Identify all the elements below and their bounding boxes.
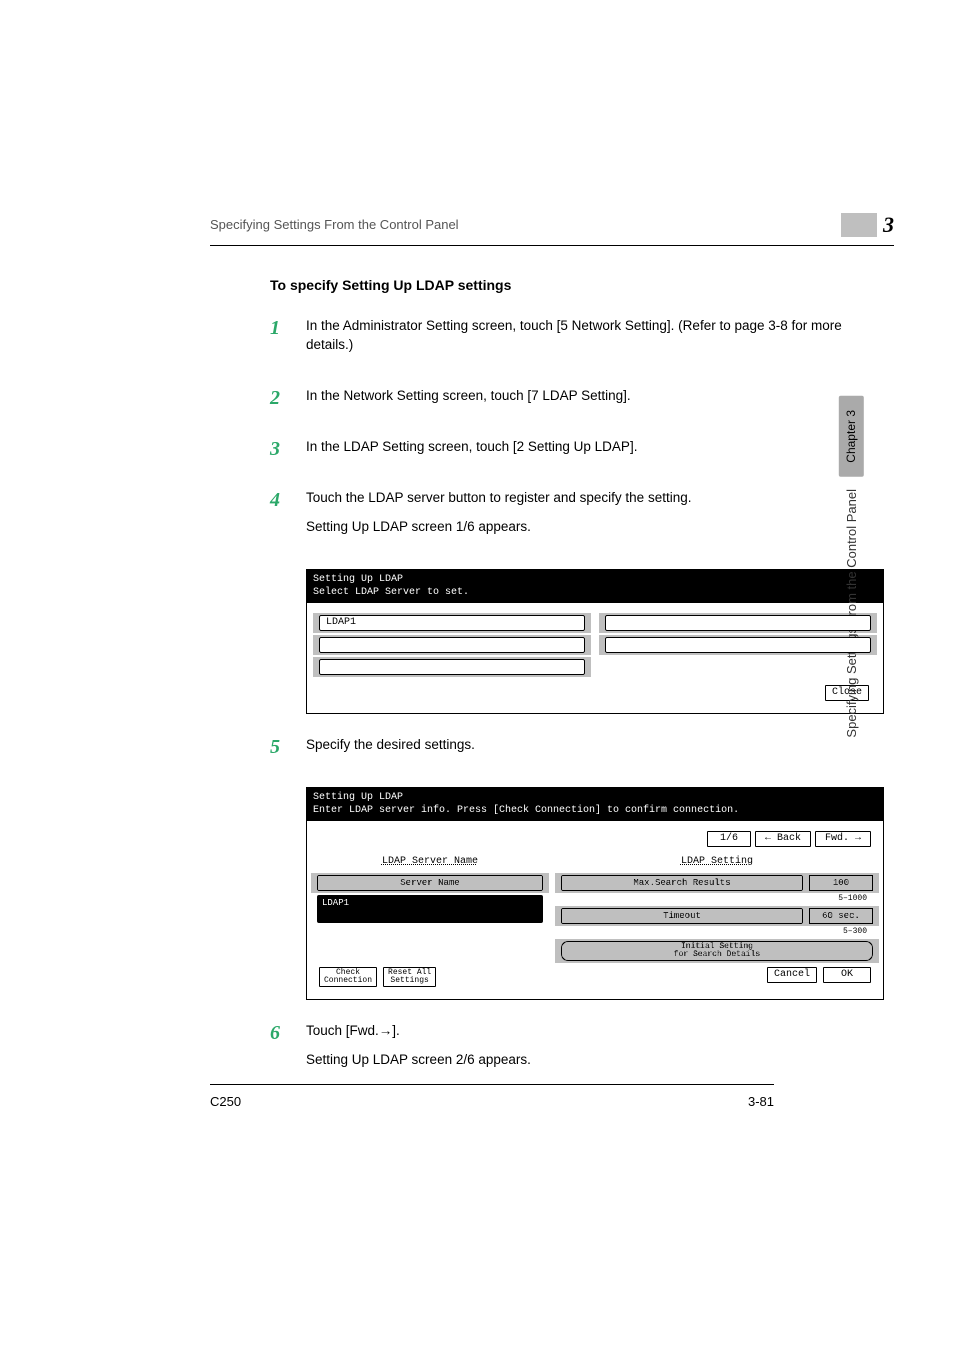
step-text: Touch [Fwd.→]. [306, 1022, 884, 1041]
screenshot-ldap-list: Setting Up LDAP Select LDAP Server to se… [306, 569, 884, 714]
step-number: 5 [270, 736, 306, 765]
screenshot-ldap-settings: Setting Up LDAP Enter LDAP server info. … [306, 787, 884, 1000]
step-3: 3 In the LDAP Setting screen, touch [2 S… [270, 438, 884, 467]
cancel-button[interactable]: Cancel [767, 967, 817, 983]
ldap-server-button[interactable] [605, 615, 871, 631]
page-indicator: 1/6 [707, 831, 751, 847]
back-label: Back [777, 833, 801, 844]
step-text: Touch the LDAP server button to register… [306, 489, 884, 508]
step-number: 2 [270, 387, 306, 416]
screen-subtitle: Select LDAP Server to set. [313, 586, 877, 599]
step-6: 6 Touch [Fwd.→]. Setting Up LDAP screen … [270, 1022, 884, 1080]
step-1: 1 In the Administrator Setting screen, t… [270, 317, 884, 365]
step-text-2: Setting Up LDAP screen 2/6 appears. [306, 1051, 884, 1070]
ldap-server-button[interactable] [605, 637, 871, 653]
fwd-label: Fwd. [825, 833, 849, 844]
reset-all-button[interactable]: Reset All Settings [383, 967, 436, 987]
step-text: In the Administrator Setting screen, tou… [306, 317, 884, 355]
timeout-value: 60 sec. [809, 908, 873, 924]
side-label: Specifying Settings From the Control Pan… [841, 483, 863, 744]
chapter-number: 3 [883, 210, 894, 241]
max-search-results-value: 100 [809, 875, 873, 891]
timeout-button[interactable]: Timeout [561, 908, 803, 924]
footer-page: 3-81 [748, 1093, 774, 1111]
side-tab: Chapter 3 Specifying Settings From the C… [839, 396, 864, 743]
chapter-mark: 3 [841, 210, 894, 241]
timeout-range: 5–300 [561, 926, 873, 937]
step-text: Specify the desired settings. [306, 736, 884, 755]
page-footer: C250 3-81 [210, 1084, 774, 1111]
section-subtitle: To specify Setting Up LDAP settings [270, 276, 884, 296]
step-text-2: Setting Up LDAP screen 1/6 appears. [306, 518, 884, 537]
ldap-server-button[interactable]: LDAP1 [319, 615, 585, 631]
screen-subtitle: Enter LDAP server info. Press [Check Con… [313, 804, 877, 817]
header-rule [210, 245, 894, 246]
content: To specify Setting Up LDAP settings 1 In… [210, 276, 894, 1080]
left-section-header: LDAP Server Name [317, 853, 543, 871]
check-connection-button[interactable]: Check Connection [319, 967, 377, 987]
running-head: Specifying Settings From the Control Pan… [210, 216, 459, 234]
step-number: 1 [270, 317, 306, 365]
step-text: In the Network Setting screen, touch [7 … [306, 387, 884, 406]
server-name-value: LDAP1 [317, 895, 543, 923]
footer-model: C250 [210, 1093, 241, 1111]
screen-title: Setting Up LDAP [313, 573, 877, 586]
back-button[interactable]: ← Back [755, 831, 811, 847]
ldap-server-button[interactable] [319, 637, 585, 653]
step-text: In the LDAP Setting screen, touch [2 Set… [306, 438, 884, 457]
screen-title: Setting Up LDAP [313, 791, 877, 804]
ok-button[interactable]: OK [823, 967, 871, 983]
max-search-results-range: 5–1000 [561, 893, 873, 904]
screen-titlebar: Setting Up LDAP Enter LDAP server info. … [307, 788, 883, 821]
page-header: Specifying Settings From the Control Pan… [210, 210, 894, 241]
chapter-box [841, 213, 877, 237]
fwd-button[interactable]: Fwd. → [815, 831, 871, 847]
step-number: 4 [270, 489, 306, 547]
step-4: 4 Touch the LDAP server button to regist… [270, 489, 884, 547]
step-5: 5 Specify the desired settings. [270, 736, 884, 765]
ldap-server-button[interactable] [319, 659, 585, 675]
footer-rule [210, 1084, 774, 1085]
chapter-chip: Chapter 3 [839, 396, 864, 477]
step-2: 2 In the Network Setting screen, touch [… [270, 387, 884, 416]
step-number: 3 [270, 438, 306, 467]
max-search-results-button[interactable]: Max.Search Results [561, 875, 803, 891]
initial-setting-button[interactable]: Initial Setting for Search Details [561, 941, 873, 961]
server-name-button[interactable]: Server Name [317, 875, 543, 891]
screen-titlebar: Setting Up LDAP Select LDAP Server to se… [307, 570, 883, 603]
right-section-header: LDAP Setting [561, 853, 873, 871]
step-number: 6 [270, 1022, 306, 1080]
